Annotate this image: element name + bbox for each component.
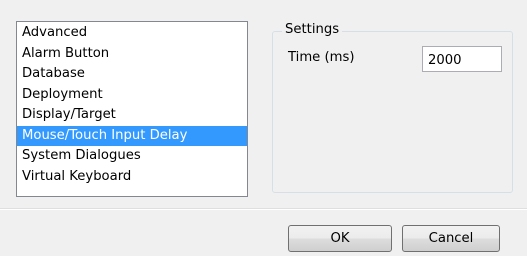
cancel-button[interactable]: Cancel: [402, 225, 500, 252]
dialog-content-area: Advanced Alarm Button Database Deploymen…: [0, 0, 527, 208]
settings-group-title: Settings: [282, 22, 343, 38]
list-item-virtual-keyboard[interactable]: Virtual Keyboard: [17, 167, 247, 188]
list-item-database[interactable]: Database: [17, 64, 247, 85]
list-item-alarm-button[interactable]: Alarm Button: [17, 44, 247, 65]
list-item-display-target[interactable]: Display/Target: [17, 105, 247, 126]
category-list[interactable]: Advanced Alarm Button Database Deploymen…: [16, 21, 248, 197]
list-item-advanced[interactable]: Advanced: [17, 23, 247, 44]
divider-highlight: [0, 209, 527, 210]
time-input[interactable]: [422, 46, 502, 72]
time-label: Time (ms): [288, 50, 355, 65]
ok-button[interactable]: OK: [288, 225, 392, 252]
list-item-mouse-touch-input-delay[interactable]: Mouse/Touch Input Delay: [17, 125, 247, 146]
list-item-deployment[interactable]: Deployment: [17, 85, 247, 106]
list-item-system-dialogues[interactable]: System Dialogues: [17, 146, 247, 167]
